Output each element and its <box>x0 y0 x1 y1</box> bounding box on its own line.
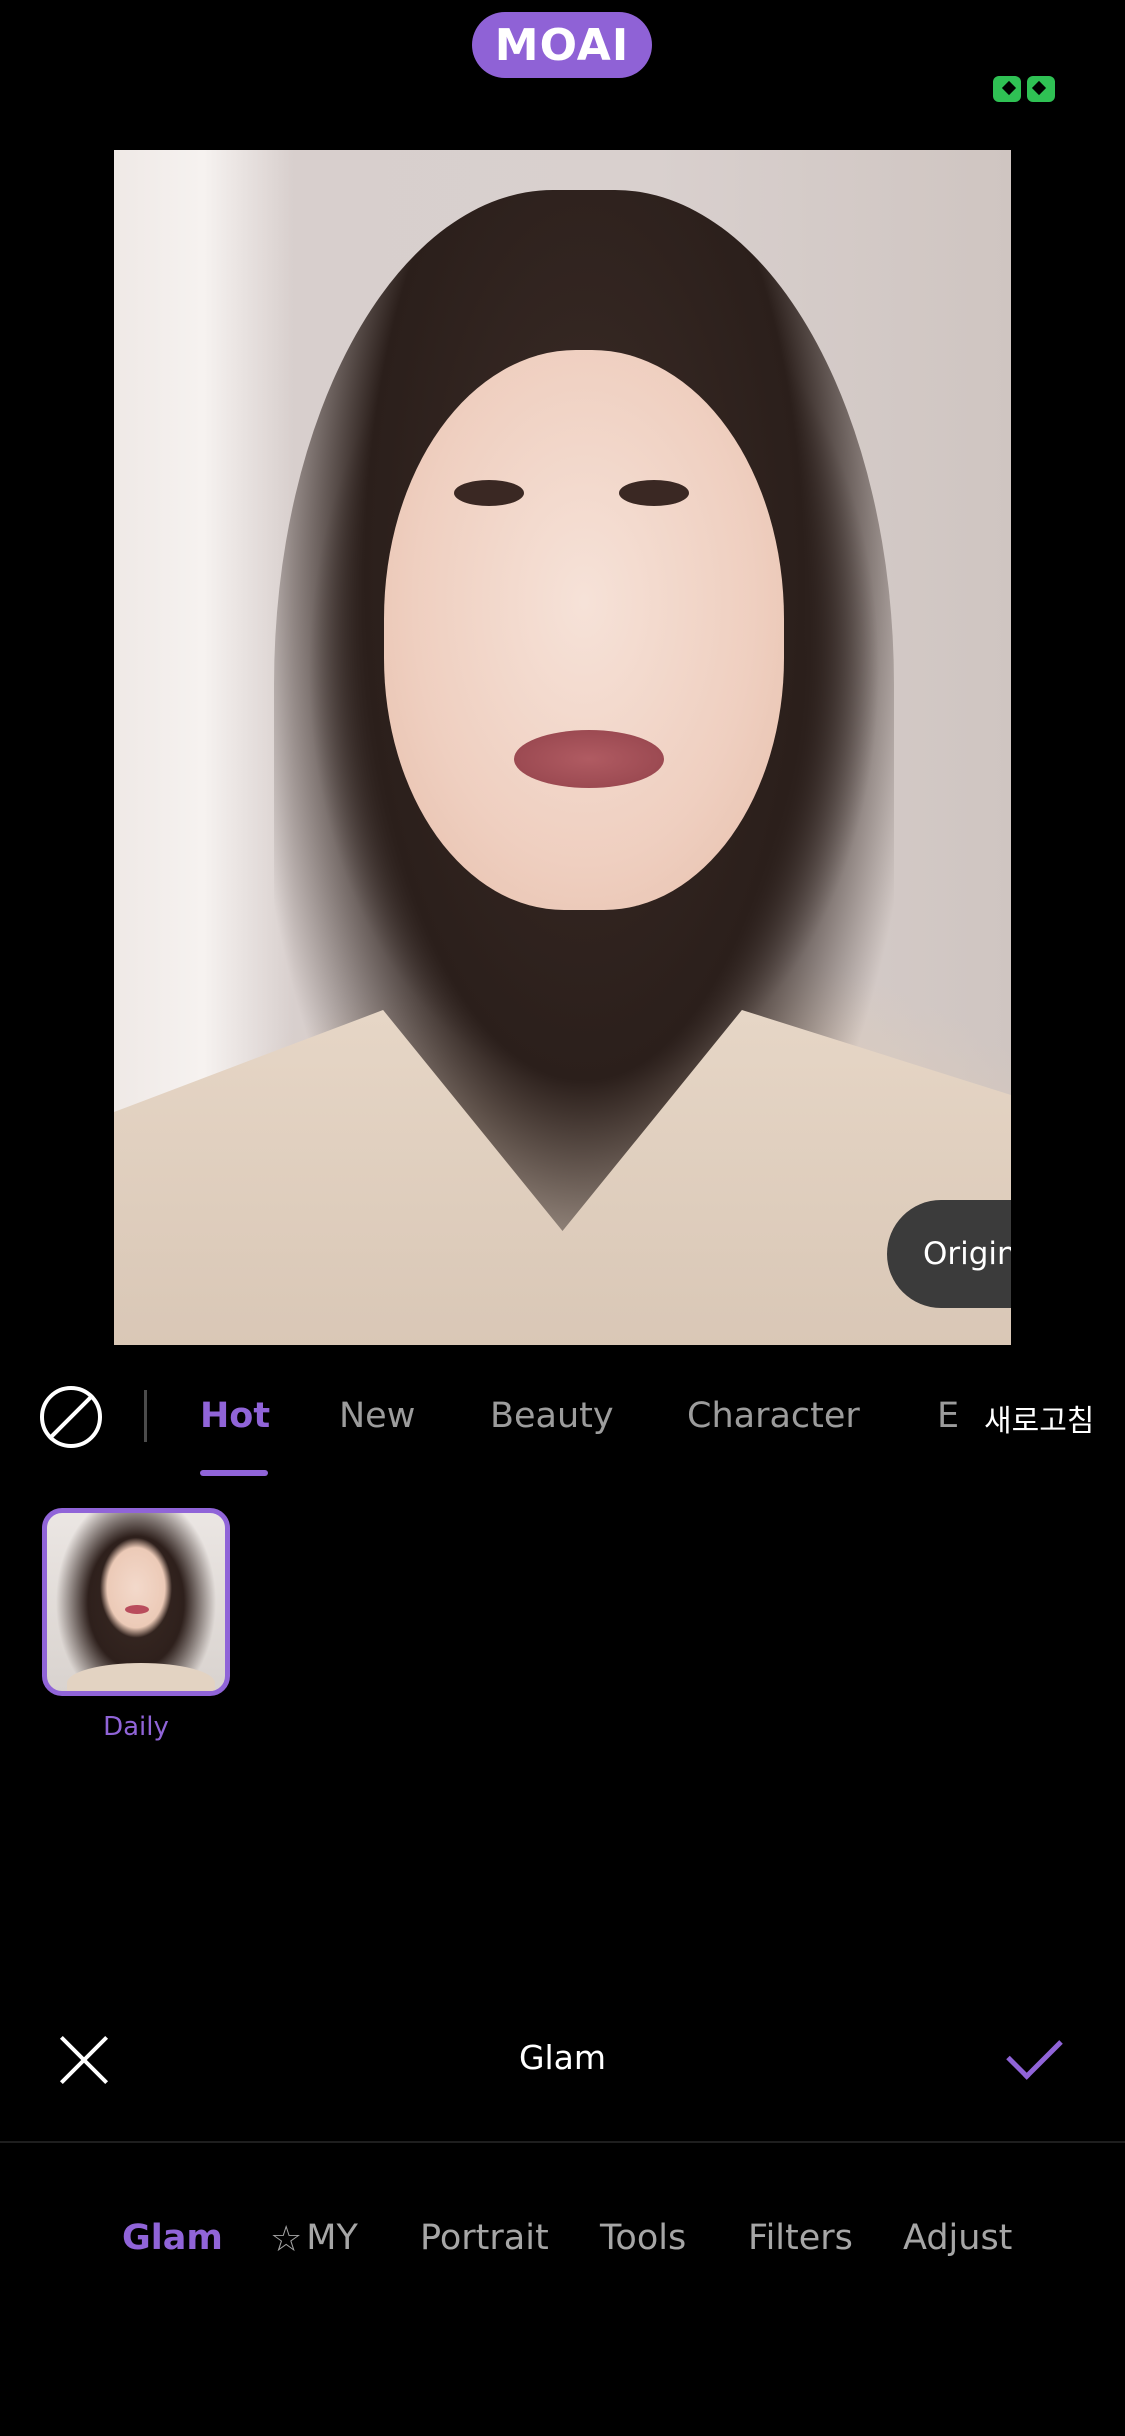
checkmark-icon[interactable] <box>1008 2028 1074 2084</box>
app-logo: MOAI <box>472 12 652 78</box>
nav-item-label: MY <box>306 2218 358 2258</box>
nav-item-filters[interactable]: Filters <box>748 2218 853 2258</box>
photo-preview <box>114 150 1011 1345</box>
nav-item-my[interactable]: ☆ MY <box>270 2218 358 2260</box>
bracket-left-icon <box>993 76 1021 102</box>
bracket-right-icon <box>1027 76 1055 102</box>
tab-hot[interactable]: Hot <box>200 1396 270 1436</box>
star-outline-icon: ☆ <box>270 2219 303 2260</box>
tab-truncated[interactable]: E <box>937 1396 959 1436</box>
refresh-button[interactable]: 새로고침 <box>984 1396 1094 1440</box>
preset-label: Daily <box>103 1712 169 1742</box>
bottom-nav: Glam ☆ MY Portrait Tools Filters Adjust <box>0 2210 1125 2270</box>
category-tab-bar: Hot New Beauty Character E 새로고침 <box>0 1360 1125 1476</box>
original-compare-button[interactable]: Original <box>887 1200 1011 1308</box>
tab-character[interactable]: Character <box>687 1396 860 1436</box>
preset-thumbnail-daily[interactable] <box>42 1508 230 1696</box>
tab-beauty[interactable]: Beauty <box>490 1396 614 1436</box>
split-compare-icon[interactable] <box>992 74 1056 104</box>
nav-item-glam[interactable]: Glam <box>122 2218 223 2258</box>
active-tab-indicator <box>200 1470 268 1476</box>
nav-item-portrait[interactable]: Portrait <box>420 2218 549 2258</box>
action-bar: Glam <box>0 2020 1125 2100</box>
nav-item-tools[interactable]: Tools <box>600 2218 686 2258</box>
action-title: Glam <box>518 2038 607 2077</box>
nav-item-adjust[interactable]: Adjust <box>903 2218 1012 2258</box>
divider <box>144 1390 147 1442</box>
no-effect-icon[interactable] <box>40 1386 102 1448</box>
tab-new[interactable]: New <box>339 1396 415 1436</box>
divider <box>0 2141 1125 2143</box>
